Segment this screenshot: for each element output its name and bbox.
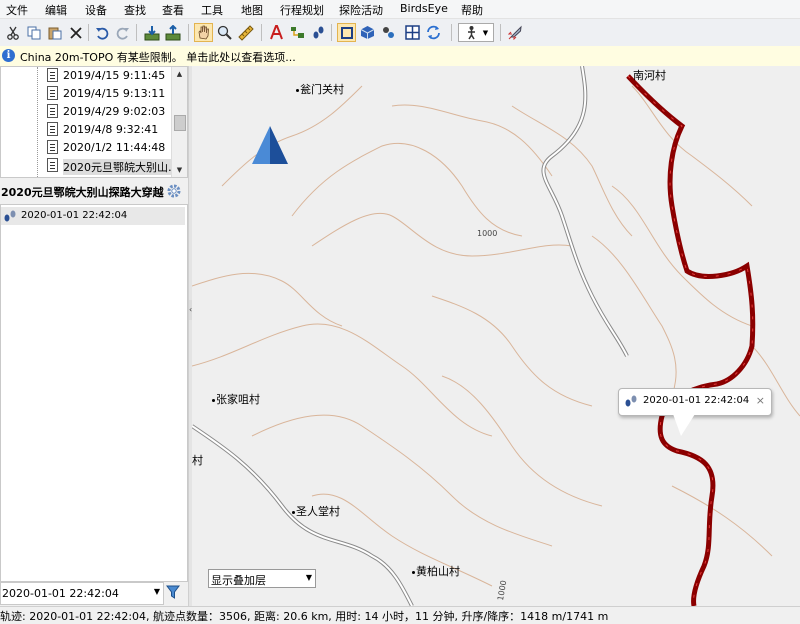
menu-help[interactable]: 帮助 xyxy=(461,2,483,18)
map-canvas xyxy=(192,66,800,606)
measure-ruler-icon[interactable] xyxy=(236,23,255,42)
library-tree: 2019/4/15 9:11:45 2019/4/15 9:13:11 2019… xyxy=(0,66,188,178)
map-view[interactable]: 瓮门关村 南河村 张家咀村 村 圣人堂村 黄柏山村 1000 1000 2020… xyxy=(192,66,800,606)
tree-item-selected[interactable]: 2020元旦鄂皖大别山… xyxy=(1,157,179,175)
status-bar: 轨迹: 2020-01-01 22:42:04, 航迹点数量：3506, 距离:… xyxy=(0,606,800,623)
route-tool-icon[interactable] xyxy=(288,23,307,42)
track-icon xyxy=(625,395,637,407)
cut-icon[interactable] xyxy=(3,23,22,42)
place-label: 张家咀村 xyxy=(212,391,260,407)
place-label: 南河村 xyxy=(633,69,666,82)
scroll-down-icon[interactable]: ▼ xyxy=(172,163,187,177)
menu-device[interactable]: 设备 xyxy=(85,2,107,18)
3d-view-icon[interactable] xyxy=(358,23,377,42)
select-area-icon[interactable] xyxy=(337,23,356,42)
map-license-infobar[interactable]: i China 20m-TOPO 有某些限制。 单击此处以查看选项... xyxy=(0,46,800,67)
hiker-profile-icon xyxy=(467,26,475,40)
tree-item[interactable]: 2019/4/15 9:11:45 xyxy=(1,67,169,85)
track-icon xyxy=(4,210,16,222)
paste-icon[interactable] xyxy=(45,23,64,42)
menu-map[interactable]: 地图 xyxy=(241,2,263,18)
map-layers-icon[interactable] xyxy=(379,23,398,42)
tree-item[interactable]: 2020/1/2 11:44:48 xyxy=(1,139,169,157)
send-to-device-icon[interactable] xyxy=(163,23,182,42)
grid-view-icon[interactable] xyxy=(403,23,422,42)
zoom-icon[interactable] xyxy=(215,23,234,42)
menu-file[interactable]: 文件 xyxy=(6,2,28,18)
infobar-text: China 20m-TOPO 有某些限制。 单击此处以查看选项... xyxy=(20,51,296,64)
filter-icon[interactable] xyxy=(166,585,180,599)
chevron-down-icon: ▼ xyxy=(305,573,312,582)
text-tool-icon[interactable] xyxy=(267,23,286,42)
tree-item[interactable]: 2019/4/29 9:02:03 xyxy=(1,103,169,121)
close-icon[interactable]: × xyxy=(756,394,765,407)
menu-birdseye[interactable]: BirdsEye xyxy=(400,2,448,15)
place-label: 瓮门关村 xyxy=(296,81,344,97)
menu-adventures[interactable]: 探险活动 xyxy=(339,2,383,18)
menu-edit[interactable]: 编辑 xyxy=(45,2,67,18)
profile-selector[interactable]: ▼ xyxy=(458,23,494,42)
panel-title: 2020元旦鄂皖大别山探路大穿越 xyxy=(0,180,186,202)
receive-from-device-icon[interactable] xyxy=(142,23,161,42)
track-callout[interactable]: 2020-01-01 22:42:04 × xyxy=(618,388,772,436)
redo-icon[interactable] xyxy=(113,23,132,42)
track-tool-icon[interactable] xyxy=(309,23,328,42)
menu-tools[interactable]: 工具 xyxy=(201,2,223,18)
track-select-combo[interactable]: 2020-01-01 22:42:04 ▼ xyxy=(0,582,164,605)
undo-icon[interactable] xyxy=(92,23,111,42)
document-icon xyxy=(47,86,58,100)
overlay-select[interactable]: 显示叠加层 ▼ xyxy=(208,569,316,588)
gear-icon[interactable] xyxy=(166,183,182,199)
menu-view[interactable]: 查看 xyxy=(162,2,184,18)
scroll-up-icon[interactable]: ▲ xyxy=(172,67,187,81)
menu-bar: 文件 编辑 设备 查找 查看 工具 地图 行程规划 探险活动 BirdsEye … xyxy=(0,0,800,19)
sync-icon[interactable] xyxy=(424,23,443,42)
north-arrow-icon xyxy=(252,126,288,164)
rocket-icon[interactable] xyxy=(506,23,525,42)
menu-find[interactable]: 查找 xyxy=(124,2,146,18)
document-icon xyxy=(47,104,58,118)
scroll-thumb[interactable] xyxy=(174,115,186,131)
chevron-down-icon: ▼ xyxy=(482,28,489,37)
chevron-down-icon: ▼ xyxy=(153,587,160,596)
toolbar: ▼ xyxy=(0,19,800,47)
info-icon: i xyxy=(2,49,15,62)
list-item[interactable]: 2020-01-01 22:42:04 xyxy=(1,207,185,225)
place-label: 村 xyxy=(192,454,203,467)
tree-item[interactable]: 2019/4/8 9:32:41 xyxy=(1,121,169,139)
document-icon xyxy=(47,68,58,82)
tree-item[interactable]: 2019/4/15 9:13:11 xyxy=(1,85,169,103)
track-list: 2020-01-01 22:42:04 xyxy=(0,204,188,582)
menu-trip-planning[interactable]: 行程规划 xyxy=(280,2,324,18)
copy-icon[interactable] xyxy=(24,23,43,42)
tree-scrollbar[interactable]: ▲ ▼ xyxy=(171,67,187,177)
contour-label: 1000 xyxy=(477,229,498,238)
place-label: 黄柏山村 xyxy=(412,563,460,579)
hand-pan-icon[interactable] xyxy=(194,23,213,42)
document-icon xyxy=(47,140,58,154)
document-icon xyxy=(47,158,58,172)
document-icon xyxy=(47,122,58,136)
left-panel: 2019/4/15 9:11:45 2019/4/15 9:13:11 2019… xyxy=(0,66,188,606)
place-label: 圣人堂村 xyxy=(292,503,340,519)
delete-icon[interactable] xyxy=(66,23,85,42)
